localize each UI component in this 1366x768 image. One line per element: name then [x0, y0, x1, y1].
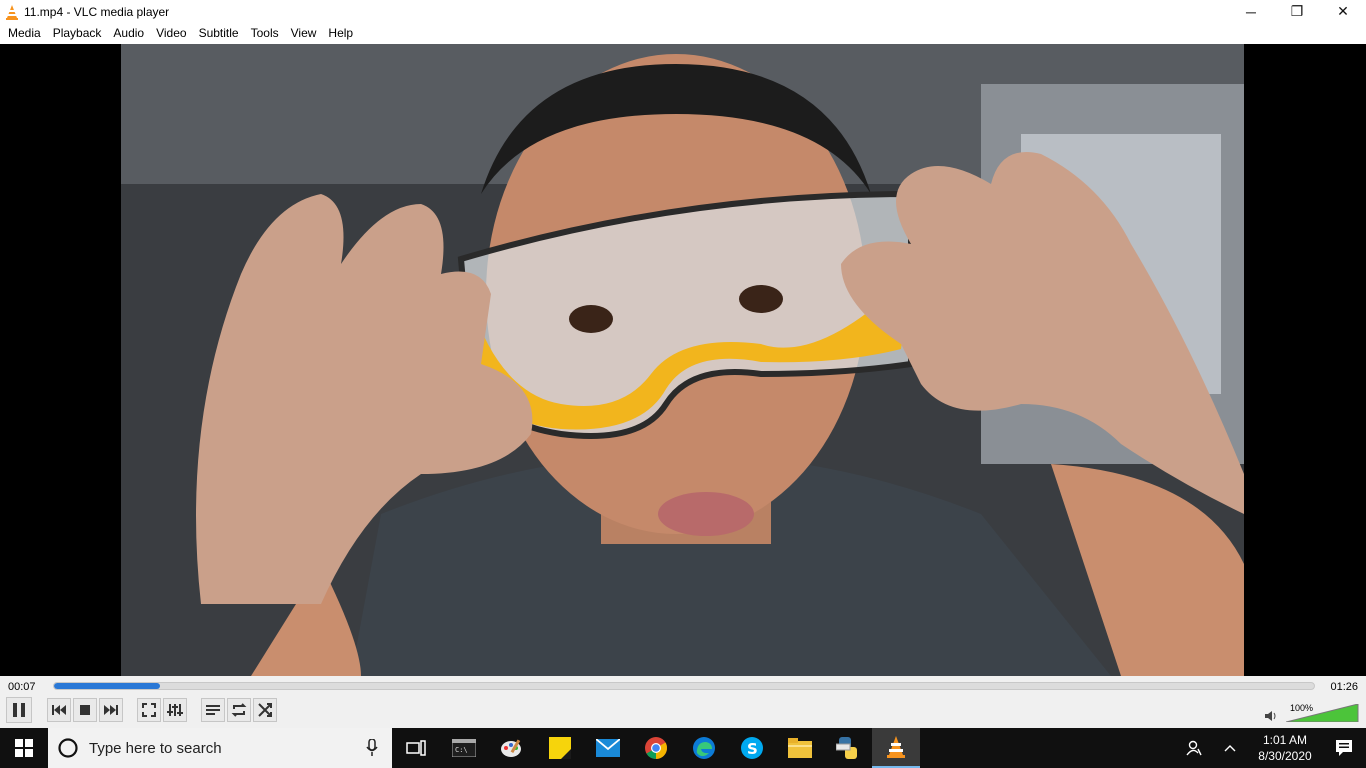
player-controls: 00:07 01:26 100%: [0, 676, 1366, 728]
loop-button[interactable]: [227, 698, 251, 722]
seek-bar[interactable]: [53, 682, 1315, 690]
vlc-cone-icon: [887, 736, 905, 758]
menu-subtitle[interactable]: Subtitle: [193, 23, 245, 44]
chrome-icon: [645, 737, 667, 759]
minimize-button[interactable]: ─: [1228, 0, 1274, 23]
show-hidden-icons-button[interactable]: [1212, 728, 1248, 768]
taskbar-file-explorer[interactable]: [776, 728, 824, 768]
taskbar-mail[interactable]: [584, 728, 632, 768]
skype-icon: S: [741, 737, 763, 759]
paint-icon: [501, 739, 521, 757]
stop-button[interactable]: [73, 698, 97, 722]
stop-icon: [80, 705, 90, 715]
mail-icon: [596, 739, 620, 757]
notification-icon: [1336, 740, 1352, 756]
menu-help[interactable]: Help: [322, 23, 359, 44]
svg-text:C:\: C:\: [455, 746, 468, 754]
taskbar-sticky-notes[interactable]: [536, 728, 584, 768]
speaker-icon[interactable]: [1264, 710, 1278, 722]
search-placeholder: Type here to search: [89, 739, 222, 757]
video-content: [121, 44, 1244, 676]
action-center-button[interactable]: [1322, 728, 1366, 768]
menu-audio[interactable]: Audio: [107, 23, 150, 44]
restore-button[interactable]: ❐: [1274, 0, 1320, 23]
shuffle-icon: [258, 703, 272, 717]
next-button[interactable]: [99, 698, 123, 722]
pause-icon: [13, 703, 25, 717]
playlist-icon: [206, 705, 220, 715]
equalizer-icon: [167, 704, 183, 716]
taskbar-paint[interactable]: [488, 728, 536, 768]
playlist-button[interactable]: [201, 698, 225, 722]
svg-text:S: S: [747, 740, 758, 758]
menu-video[interactable]: Video: [150, 23, 192, 44]
taskbar-clock[interactable]: 1:01 AM 8/30/2020: [1248, 732, 1322, 764]
pause-button[interactable]: [6, 697, 32, 723]
fullscreen-button[interactable]: [137, 698, 161, 722]
clock-date: 8/30/2020: [1258, 749, 1312, 763]
taskbar: Type here to search C:\ S 1:01 AM 8/30/2…: [0, 728, 1366, 768]
chevron-up-icon: [1224, 745, 1236, 752]
start-button[interactable]: [0, 728, 48, 768]
vlc-cone-icon: [4, 4, 20, 20]
menu-bar: Media Playback Audio Video Subtitle Tool…: [0, 23, 1366, 44]
shuffle-button[interactable]: [253, 698, 277, 722]
close-button[interactable]: ✕: [1320, 0, 1366, 23]
people-icon: [1186, 740, 1202, 756]
menu-media[interactable]: Media: [2, 23, 47, 44]
python-icon: [836, 737, 857, 759]
menu-playback[interactable]: Playback: [47, 23, 108, 44]
total-time: 01:26: [1330, 681, 1358, 693]
menu-view[interactable]: View: [285, 23, 323, 44]
menu-tools[interactable]: Tools: [245, 23, 285, 44]
taskbar-vlc[interactable]: [872, 728, 920, 768]
microphone-icon: [366, 739, 378, 756]
command-prompt-icon: C:\: [452, 739, 476, 757]
taskbar-python[interactable]: [824, 728, 872, 768]
volume-slider[interactable]: [1286, 704, 1360, 722]
taskbar-search[interactable]: Type here to search: [48, 728, 392, 768]
restore-icon: ❐: [1290, 3, 1304, 19]
close-icon: ✕: [1337, 3, 1349, 19]
title-bar: 11.mp4 - VLC media player ─ ❐ ✕: [0, 0, 1366, 23]
taskbar-edge[interactable]: [680, 728, 728, 768]
people-button[interactable]: [1176, 728, 1212, 768]
sticky-notes-icon: [549, 737, 571, 759]
task-view-icon: [406, 740, 426, 756]
elapsed-time: 00:07: [8, 681, 36, 693]
system-tray: 1:01 AM 8/30/2020: [1176, 728, 1366, 768]
taskbar-chrome[interactable]: [632, 728, 680, 768]
extended-settings-button[interactable]: [163, 698, 187, 722]
window-title: 11.mp4 - VLC media player: [24, 4, 170, 19]
skip-back-icon: [52, 705, 66, 715]
cortana-icon: [58, 738, 78, 758]
seek-progress: [54, 683, 160, 689]
minimize-icon: ─: [1246, 3, 1256, 20]
taskbar-skype[interactable]: S: [728, 728, 776, 768]
folder-icon: [788, 738, 812, 758]
edge-icon: [693, 737, 715, 759]
clock-time: 1:01 AM: [1262, 733, 1308, 747]
skip-forward-icon: [104, 705, 118, 715]
fullscreen-icon: [142, 703, 156, 717]
video-area[interactable]: [0, 44, 1366, 676]
video-frame[interactable]: [121, 44, 1244, 676]
loop-icon: [231, 703, 247, 717]
task-view-button[interactable]: [392, 728, 440, 768]
windows-logo-icon: [15, 739, 33, 757]
taskbar-command-prompt[interactable]: C:\: [440, 728, 488, 768]
previous-button[interactable]: [47, 698, 71, 722]
